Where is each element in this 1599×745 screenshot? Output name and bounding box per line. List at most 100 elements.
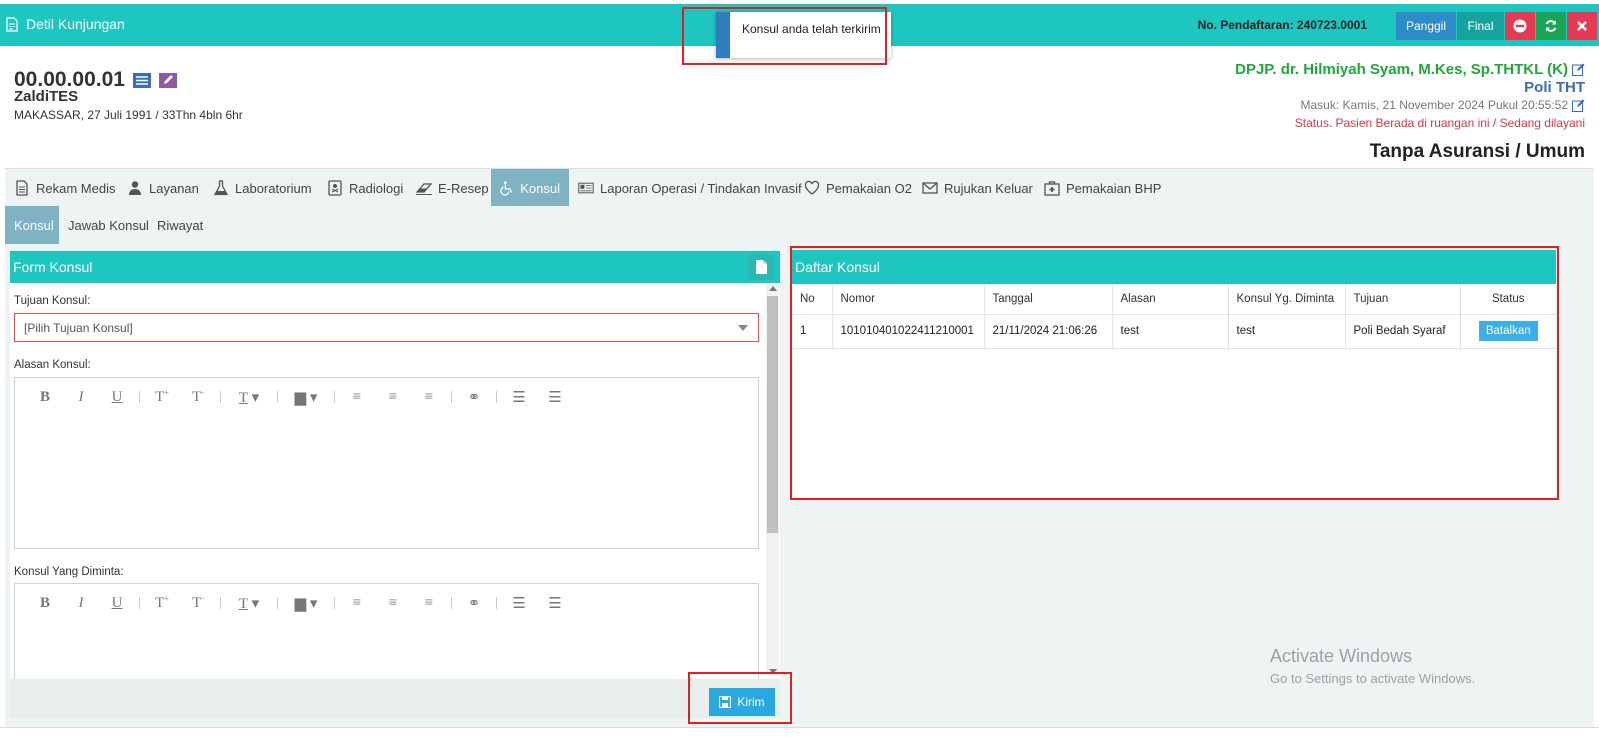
tab-laporan-operasi[interactable]: Laporan Operasi / Tindakan Invasif [569, 169, 811, 207]
font-size-icon[interactable]: T ▾ [225, 388, 273, 407]
document-icon [756, 260, 767, 274]
divider [334, 597, 335, 609]
form-konsul-panel: Form Konsul Tujuan Konsul: [Pilih Tujuan… [10, 251, 780, 718]
close-button[interactable] [1567, 12, 1597, 40]
alasan-konsul-editor[interactable]: B I U T+ T- T ▾ ▆ ▾ ≡ ≡ ≡ ⚭ ☰ ☰ [14, 377, 759, 549]
doctor-name: DPJP. dr. Hilmiyah Syam, M.Kes, Sp.THTKL… [1235, 61, 1568, 78]
superscript-icon[interactable]: T+ [144, 388, 180, 406]
bold-icon[interactable]: B [27, 389, 63, 406]
final-button[interactable]: Final [1457, 12, 1504, 40]
form-document-button[interactable] [748, 254, 774, 280]
masuk-text: Masuk: Kamis, 21 November 2024 Pukul 20:… [1300, 98, 1568, 112]
tujuan-konsul-value: [Pilih Tujuan Konsul] [24, 320, 133, 335]
list-icon[interactable] [132, 72, 151, 88]
scroll-up-icon[interactable] [769, 286, 777, 291]
page-title: Detil Kunjungan [6, 16, 125, 32]
medkit-icon [1044, 181, 1060, 196]
document-icon [6, 16, 18, 32]
underline-icon[interactable]: U [99, 389, 135, 406]
tab-rekam-medis[interactable]: Rekam Medis [5, 169, 124, 207]
tujuan-konsul-label: Tujuan Konsul: [14, 295, 91, 307]
highlight-toast [682, 7, 887, 65]
align-right-icon[interactable]: ≡ [411, 389, 447, 406]
divider [139, 391, 140, 403]
masuk-info: Masuk: Kamis, 21 November 2024 Pukul 20:… [1301, 98, 1585, 112]
superscript-icon[interactable]: T+ [144, 594, 180, 612]
patient-name: ZaldiTES [14, 88, 79, 105]
divider [496, 391, 497, 403]
edit-doctor-icon[interactable] [1572, 63, 1585, 76]
alasan-konsul-label: Alasan Konsul: [14, 359, 91, 371]
tab-konsul[interactable]: Konsul [491, 169, 569, 207]
edit-masuk-icon[interactable] [1572, 99, 1585, 112]
highlight-icon[interactable]: ▆ ▾ [282, 594, 330, 613]
italic-icon[interactable]: I [63, 595, 99, 612]
tab-e-resep[interactable]: E-Resep [407, 169, 498, 207]
newspaper-icon [578, 182, 594, 194]
link-icon[interactable]: ⚭ [456, 388, 492, 407]
patient-birth: MAKASSAR, 27 Juli 1991 / 33Thn 4bln 6hr [14, 108, 243, 122]
align-center-icon[interactable]: ≡ [375, 595, 411, 612]
link-icon[interactable]: ⚭ [456, 594, 492, 613]
align-right-icon[interactable]: ≡ [411, 595, 447, 612]
subtab-riwayat[interactable]: Riwayat [148, 206, 212, 244]
sub-tabs: Konsul Jawab Konsul Riwayat [5, 206, 1594, 244]
unordered-list-icon[interactable]: ☰ [537, 594, 573, 613]
unordered-list-icon[interactable]: ☰ [537, 388, 573, 407]
page-title-text: Detil Kunjungan [26, 16, 125, 32]
eraser-icon [416, 183, 432, 195]
italic-icon[interactable]: I [63, 389, 99, 406]
tab-layanan[interactable]: Layanan [118, 169, 208, 207]
align-left-icon[interactable]: ≡ [339, 389, 375, 406]
subtab-konsul[interactable]: Konsul [5, 206, 59, 244]
heart-icon [804, 180, 820, 195]
registration-number: No. Pendaftaran: 240723.0001 [1197, 18, 1367, 32]
tab-radiologi[interactable]: Radiologi [318, 169, 412, 207]
chevron-down-icon [738, 325, 748, 331]
konsul-diminta-label: Konsul Yang Diminta: [14, 566, 124, 578]
user-md-icon [129, 181, 141, 195]
editor-toolbar: B I U T+ T- T ▾ ▆ ▾ ≡ ≡ ≡ ⚭ ☰ ☰ [15, 378, 758, 416]
font-size-icon[interactable]: T ▾ [225, 594, 273, 613]
panggil-button[interactable]: Panggil [1396, 12, 1456, 40]
tab-rujukan-keluar[interactable]: Rujukan Keluar [913, 169, 1042, 207]
edit-icon[interactable] [158, 72, 177, 88]
minus-circle-icon [1513, 19, 1527, 33]
form-konsul-title: Form Konsul [13, 259, 93, 275]
scroll-thumb[interactable] [767, 296, 778, 533]
align-left-icon[interactable]: ≡ [339, 595, 375, 612]
tujuan-konsul-select[interactable]: [Pilih Tujuan Konsul] [14, 313, 759, 342]
divider [451, 597, 452, 609]
flask-icon [213, 180, 229, 196]
underline-icon[interactable]: U [99, 595, 135, 612]
minus-circle-button[interactable] [1505, 12, 1535, 40]
subscript-icon[interactable]: T- [180, 388, 216, 406]
align-center-icon[interactable]: ≡ [375, 389, 411, 406]
poli-name: Poli THT [1524, 79, 1585, 96]
refresh-icon [1545, 20, 1557, 32]
patient-status: Status. Pasien Berada di ruangan ini / S… [1294, 116, 1585, 130]
subtab-jawab-konsul[interactable]: Jawab Konsul [59, 206, 158, 244]
tab-laboratorium[interactable]: Laboratorium [204, 169, 321, 207]
divider [334, 391, 335, 403]
windows-activation-watermark: Activate Windows Go to Settings to activ… [1270, 646, 1475, 686]
ordered-list-icon[interactable]: ☰ [501, 388, 537, 407]
highlight-daftar-konsul [790, 246, 1559, 500]
ordered-list-icon[interactable]: ☰ [501, 594, 537, 613]
tab-pemakaian-bhp[interactable]: Pemakaian BHP [1035, 169, 1170, 207]
divider [220, 391, 221, 403]
form-scrollbar[interactable] [766, 284, 779, 676]
highlight-kirim [688, 672, 792, 724]
tab-pemakaian-o2[interactable]: Pemakaian O2 [795, 169, 921, 207]
divider [451, 391, 452, 403]
divider [220, 597, 221, 609]
konsul-diminta-editor[interactable]: B I U T+ T- T ▾ ▆ ▾ ≡ ≡ ≡ ⚭ ☰ ☰ [14, 583, 759, 679]
subscript-icon[interactable]: T- [180, 594, 216, 612]
refresh-button[interactable] [1536, 12, 1566, 40]
insurance-type: Tanpa Asuransi / Umum [1369, 141, 1585, 162]
bold-icon[interactable]: B [27, 595, 63, 612]
form-konsul-header: Form Konsul [10, 251, 780, 283]
watermark-subtitle: Go to Settings to activate Windows. [1270, 671, 1476, 686]
main-tabs: Rekam Medis Layanan Laboratorium Radiolo… [5, 168, 1594, 207]
highlight-icon[interactable]: ▆ ▾ [282, 388, 330, 407]
